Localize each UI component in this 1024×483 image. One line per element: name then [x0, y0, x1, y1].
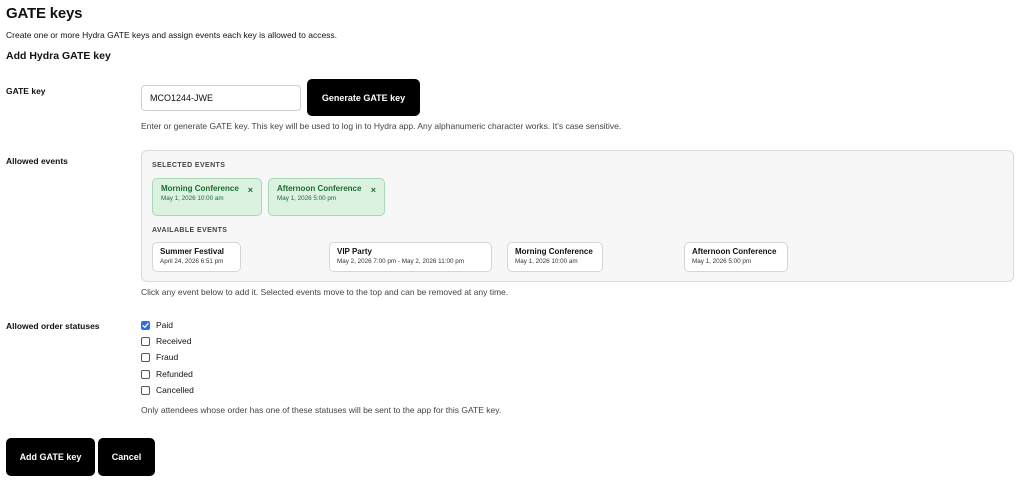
- check-icon: [142, 322, 149, 328]
- available-event-chip[interactable]: Summer Festival April 24, 2026 6:51 pm: [152, 242, 241, 272]
- cancel-button[interactable]: Cancel: [98, 438, 155, 476]
- checkbox[interactable]: [141, 352, 150, 362]
- status-option-refunded[interactable]: Refunded: [141, 368, 193, 380]
- status-label: Refunded: [156, 369, 193, 379]
- available-event-chip[interactable]: VIP Party May 2, 2026 7:00 pm - May 2, 2…: [329, 242, 492, 272]
- checkbox[interactable]: [141, 336, 150, 346]
- selected-event-chip[interactable]: Morning Conference May 1, 2026 10:00 am …: [152, 178, 262, 216]
- event-name: Morning Conference: [161, 184, 239, 193]
- checkbox[interactable]: [141, 369, 150, 379]
- status-label: Cancelled: [156, 385, 194, 395]
- statuses-help: Only attendees whose order has one of th…: [141, 405, 502, 415]
- status-label: Received: [156, 336, 192, 346]
- selected-events-heading: SELECTED EVENTS: [152, 162, 226, 169]
- event-name: Summer Festival: [160, 247, 225, 256]
- event-date: May 1, 2026 10:00 am: [515, 258, 578, 265]
- events-picker: SELECTED EVENTS Morning Conference May 1…: [141, 150, 1014, 282]
- event-name: Afternoon Conference: [692, 247, 777, 256]
- close-icon[interactable]: ×: [248, 185, 253, 195]
- available-event-chip[interactable]: Morning Conference May 1, 2026 10:00 am: [507, 242, 603, 272]
- event-name: Morning Conference: [515, 247, 593, 256]
- allowed-events-label: Allowed events: [6, 156, 68, 166]
- selected-event-chip[interactable]: Afternoon Conference May 1, 2026 5:00 pm…: [268, 178, 385, 216]
- close-icon[interactable]: ×: [371, 185, 376, 195]
- status-label: Fraud: [156, 352, 179, 362]
- available-events-heading: AVAILABLE EVENTS: [152, 227, 228, 234]
- event-date: May 1, 2026 5:00 pm: [277, 195, 337, 202]
- generate-gate-key-button[interactable]: Generate GATE key: [307, 79, 420, 116]
- event-date: May 1, 2026 5:00 pm: [692, 258, 752, 265]
- order-statuses-label: Allowed order statuses: [6, 321, 100, 331]
- event-name: VIP Party: [337, 247, 372, 256]
- events-help: Click any event below to add it. Selecte…: [141, 287, 509, 297]
- status-label: Paid: [156, 320, 174, 330]
- checkbox[interactable]: [141, 385, 150, 395]
- status-option-fraud[interactable]: Fraud: [141, 351, 178, 363]
- status-option-paid[interactable]: Paid: [141, 319, 173, 331]
- form-title: Add Hydra GATE key: [6, 50, 111, 62]
- page-description: Create one or more Hydra GATE keys and a…: [6, 30, 338, 40]
- available-event-chip[interactable]: Afternoon Conference May 1, 2026 5:00 pm: [684, 242, 788, 272]
- add-gate-key-button[interactable]: Add GATE key: [6, 438, 95, 476]
- gate-key-label: GATE key: [6, 86, 46, 96]
- status-option-cancelled[interactable]: Cancelled: [141, 384, 194, 396]
- event-date: May 2, 2026 7:00 pm - May 2, 2026 11:00 …: [337, 258, 464, 265]
- gate-key-help: Enter or generate GATE key. This key wil…: [141, 121, 622, 131]
- event-date: April 24, 2026 6:51 pm: [160, 258, 224, 265]
- page-title: GATE keys: [6, 5, 83, 22]
- gate-key-input[interactable]: [141, 85, 301, 111]
- event-name: Afternoon Conference: [277, 184, 362, 193]
- event-date: May 1, 2026 10:00 am: [161, 195, 224, 202]
- status-option-received[interactable]: Received: [141, 335, 191, 347]
- checkbox[interactable]: [141, 320, 150, 330]
